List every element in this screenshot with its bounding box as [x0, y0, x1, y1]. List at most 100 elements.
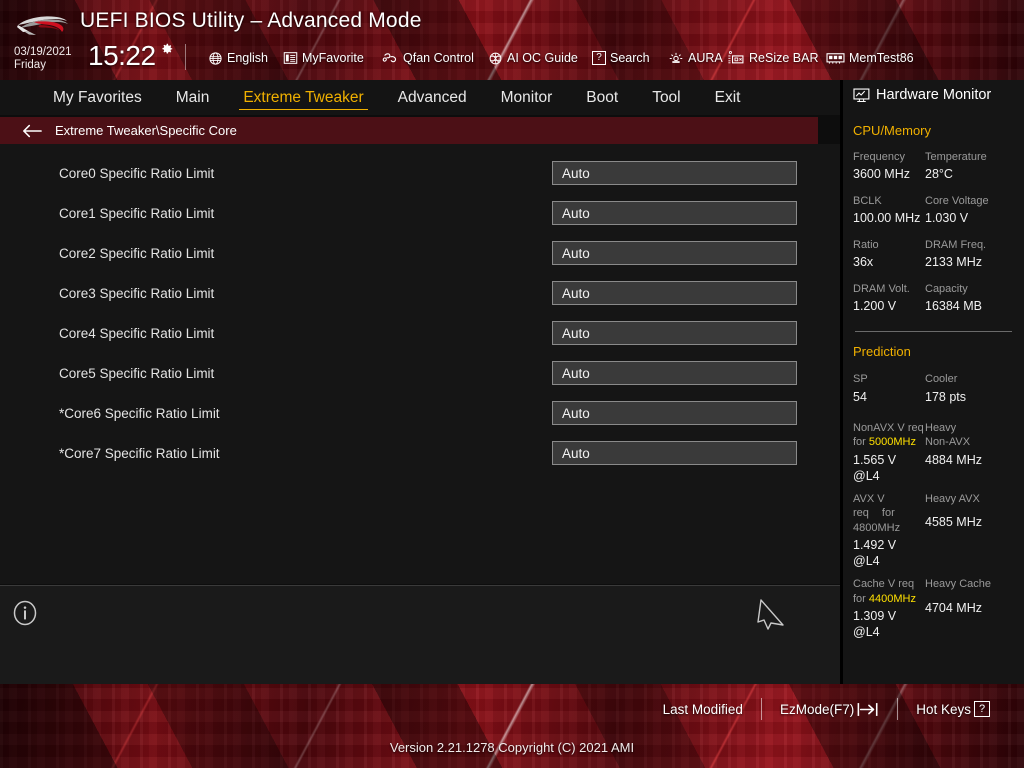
tab-my-favorites[interactable]: My Favorites [36, 80, 159, 115]
info-icon[interactable] [12, 600, 38, 626]
setting-value-field[interactable]: Auto [552, 161, 797, 185]
settings-list: Core0 Specific Ratio Limit Auto Core1 Spec… [0, 144, 840, 584]
hw-value: 3600 MHz [853, 167, 910, 181]
nav-tab-list: My Favorites Main Extreme Tweaker Advanced M… [0, 80, 840, 115]
hw-value: 1.030 V [925, 211, 969, 225]
hardware-monitor-panel: Hardware Monitor CPU/Memory Frequency Tem… [840, 80, 1024, 684]
setting-row[interactable]: Core2 Specific Ratio Limit Auto [0, 233, 840, 273]
hw-label: Temperature [925, 151, 987, 163]
tab-tool[interactable]: Tool [635, 80, 697, 115]
setting-value-field[interactable]: Auto [552, 321, 797, 345]
header-bar: UEFI BIOS Utility – Advanced Mode 03/19/… [0, 0, 1024, 80]
back-arrow-icon[interactable] [22, 124, 42, 138]
prediction-cache-row: Cache V req for 4400MHz 1.309 V @L4 Heav… [843, 569, 1024, 640]
toolbar-item-resize-bar[interactable]: ReSize BAR [727, 47, 818, 69]
setting-value-field[interactable]: Auto [552, 441, 797, 465]
ezmode-button[interactable]: EzMode(F7) [762, 702, 897, 717]
tab-extreme-tweaker[interactable]: Extreme Tweaker [226, 80, 380, 115]
tab-main[interactable]: Main [159, 80, 227, 115]
setting-row[interactable]: Core3 Specific Ratio Limit Auto [0, 273, 840, 313]
main-navigation: My Favorites Main Extreme Tweaker Advanced M… [0, 80, 840, 115]
cpu-memory-grid: Frequency Temperature 3600 MHz 28°C BCLK Core… [843, 138, 1024, 314]
setting-value-field[interactable]: Auto [552, 201, 797, 225]
toolbar-label: Search [610, 51, 650, 65]
hotkeys-key-icon: ? [974, 701, 990, 717]
toolbar-item-ai-oc-guide[interactable]: AI OC Guide [488, 47, 578, 69]
tab-boot[interactable]: Boot [569, 80, 635, 115]
hw-value: 2133 MHz [925, 255, 982, 269]
setting-row[interactable]: *Core7 Specific Ratio Limit Auto [0, 433, 840, 473]
hotkeys-button[interactable]: Hot Keys ? [898, 701, 1008, 717]
settings-rows-container: Core0 Specific Ratio Limit Auto Core1 Spec… [0, 144, 840, 473]
brain-icon [489, 52, 502, 64]
setting-row[interactable]: *Core6 Specific Ratio Limit Auto [0, 393, 840, 433]
gear-icon[interactable] [160, 42, 174, 56]
toolbar-label: MyFavorite [302, 51, 364, 65]
sp-value: 54 [853, 389, 867, 404]
setting-label: *Core7 Specific Ratio Limit [59, 445, 220, 461]
setting-value-field[interactable]: Auto [552, 401, 797, 425]
toolbar-item-english[interactable]: English [208, 47, 268, 69]
bios-screen: UEFI BIOS Utility – Advanced Mode 03/19/… [0, 0, 1024, 768]
weekday-value: Friday [14, 58, 46, 71]
breadcrumb-path: Extreme Tweaker\Specific Core [55, 123, 237, 138]
setting-row[interactable]: Core5 Specific Ratio Limit Auto [0, 353, 840, 393]
hw-value: 28°C [925, 167, 953, 181]
rog-logo [17, 16, 68, 35]
toolbar-item-aura[interactable]: AURA [668, 47, 723, 69]
last-modified-button[interactable]: Last Modified [645, 702, 761, 717]
cache-for-text: for [853, 592, 869, 605]
lighting-icon [669, 52, 683, 63]
globe-icon [209, 51, 222, 65]
hw-label: BCLK [853, 195, 882, 207]
list-document-icon [283, 52, 298, 64]
setting-row[interactable]: Core4 Specific Ratio Limit Auto [0, 313, 840, 353]
prediction-avx-row: AVX V req for 4800MHz 1.492 V @L4 Heavy A… [843, 484, 1024, 570]
tab-exit[interactable]: Exit [698, 80, 758, 115]
hardware-monitor-label: Hardware Monitor [876, 87, 992, 103]
version-text: Version 2.21.1278 Copyright (C) 2021 AMI [389, 740, 635, 755]
setting-label: Core5 Specific Ratio Limit [59, 365, 215, 381]
hw-value: 36x [853, 255, 874, 269]
cache-freq-highlight: 4400MHz [868, 592, 916, 605]
breadcrumb[interactable]: Extreme Tweaker\Specific Core [0, 117, 818, 144]
system-date: 03/19/2021 Friday [14, 46, 72, 71]
tab-monitor[interactable]: Monitor [484, 80, 570, 115]
nonavx-for-text: for [853, 436, 869, 448]
fan-icon [382, 52, 397, 62]
setting-row[interactable]: Core1 Specific Ratio Limit Auto [0, 193, 840, 233]
heavy-nonavx-label-line2: Non-AVX [925, 436, 971, 448]
toolbar-label: AURA [688, 51, 723, 65]
monitor-chart-icon [853, 87, 870, 102]
heavy-nonavx-label-line1: Heavy [925, 421, 957, 434]
nonavx-freq-highlight: 5000MHz [868, 436, 916, 448]
help-pane [0, 586, 840, 684]
cache-label-line2: for 4400MHz [853, 592, 925, 607]
setting-value-field[interactable]: Auto [552, 361, 797, 385]
toolbar-item-memtest86[interactable]: MemTest86 [826, 47, 914, 69]
toolbar-item-search[interactable]: ? Search [592, 47, 650, 69]
ezmode-label: EzMode(F7) [779, 701, 855, 717]
setting-label: Core3 Specific Ratio Limit [59, 285, 215, 301]
setting-label: Core4 Specific Ratio Limit [59, 325, 215, 341]
cooler-label: Cooler [925, 373, 958, 385]
setting-label: *Core6 Specific Ratio Limit [59, 405, 220, 421]
setting-value-field[interactable]: Auto [552, 241, 797, 265]
heavy-nonavx-value: 4884 MHz [925, 452, 982, 467]
nonavx-label-line2: for 5000MHz [853, 435, 925, 450]
avx-value: 1.492 V @L4 [853, 538, 897, 568]
system-clock: 15:22 [88, 40, 156, 71]
hw-value: 1.200 V [853, 299, 897, 313]
setting-row[interactable]: Core0 Specific Ratio Limit Auto [0, 153, 840, 193]
heavy-avx-value: 4585 MHz [925, 515, 982, 529]
toolbar-label: English [227, 51, 268, 65]
toolbar-item-qfan-control[interactable]: Qfan Control [382, 47, 474, 69]
prediction-sp-row: SP 54 Cooler 178 pts [843, 359, 1024, 405]
nonavx-value: 1.565 V @L4 [853, 452, 897, 483]
setting-value-field[interactable]: Auto [552, 281, 797, 305]
tab-advanced[interactable]: Advanced [381, 80, 484, 115]
mouse-cursor-icon [757, 599, 784, 630]
enter-arrow-icon [857, 702, 878, 716]
toolbar-item-myfavorite[interactable]: MyFavorite [283, 47, 364, 69]
hw-value: 16384 MB [925, 299, 982, 313]
